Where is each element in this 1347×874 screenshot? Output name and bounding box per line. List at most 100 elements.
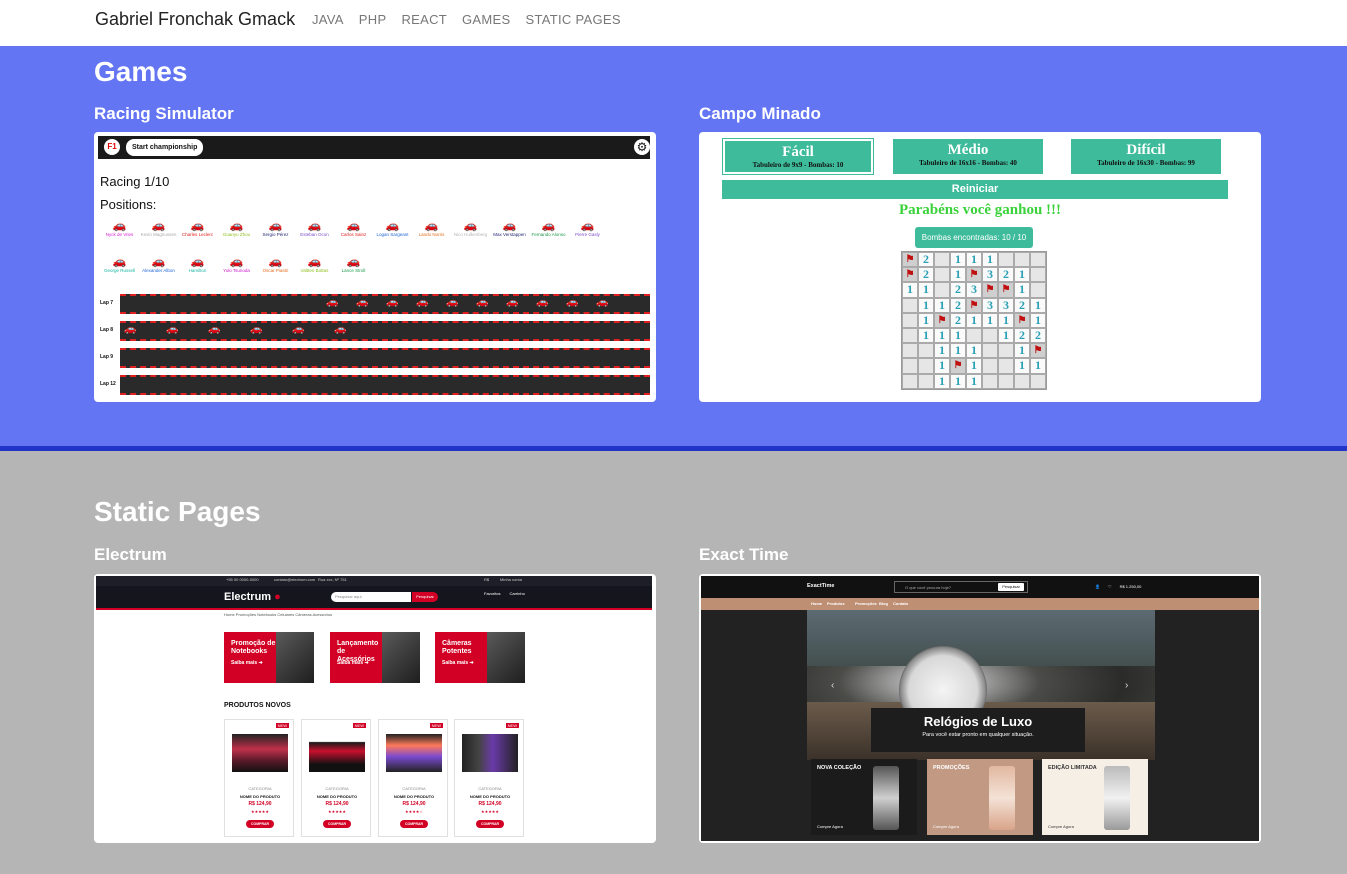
flag-icon[interactable]: ⚑ <box>902 267 918 283</box>
exacttime-title[interactable]: Exact Time <box>699 545 788 565</box>
minesweeper-cell[interactable]: 1 <box>966 343 982 359</box>
minesweeper-cell[interactable]: 1 <box>950 373 966 389</box>
minesweeper-cell[interactable]: 1 <box>934 297 950 313</box>
minesweeper-cell[interactable] <box>982 373 998 389</box>
campo-minado-card[interactable]: Fácil Tabuleiro de 9x9 - Bombas: 10 Médi… <box>699 132 1261 402</box>
minesweeper-cell[interactable] <box>998 373 1014 389</box>
racing-title[interactable]: Racing Simulator <box>94 104 234 124</box>
minesweeper-cell[interactable]: 2 <box>918 267 934 283</box>
minesweeper-cell[interactable]: 3 <box>998 297 1014 313</box>
minesweeper-cell[interactable]: 1 <box>950 252 966 268</box>
minesweeper-cell[interactable]: 1 <box>950 267 966 283</box>
minesweeper-cell[interactable] <box>902 373 918 389</box>
minesweeper-cell[interactable]: 1 <box>1014 282 1030 298</box>
minesweeper-cell[interactable] <box>918 373 934 389</box>
minesweeper-cell[interactable]: 1 <box>1014 267 1030 283</box>
minesweeper-cell[interactable]: 2 <box>998 267 1014 283</box>
minesweeper-cell[interactable]: 1 <box>918 282 934 298</box>
flag-icon[interactable]: ⚑ <box>1030 343 1046 359</box>
minesweeper-cell[interactable]: 1 <box>966 373 982 389</box>
minesweeper-cell[interactable]: 1 <box>934 358 950 374</box>
minesweeper-cell[interactable]: 3 <box>982 267 998 283</box>
minesweeper-cell[interactable]: 1 <box>1030 358 1046 374</box>
flag-icon[interactable]: ⚑ <box>902 252 918 268</box>
minesweeper-cell[interactable] <box>934 267 950 283</box>
minesweeper-cell[interactable]: 1 <box>966 312 982 328</box>
minesweeper-cell[interactable]: 1 <box>918 297 934 313</box>
minesweeper-cell[interactable] <box>1014 373 1030 389</box>
minesweeper-cell[interactable] <box>1014 252 1030 268</box>
nav-link-php[interactable]: PHP <box>359 12 387 27</box>
racing-simulator-card[interactable]: F1 Start championship ⚙ Racing 1/10 Posi… <box>94 132 656 402</box>
minesweeper-cell[interactable] <box>902 358 918 374</box>
minesweeper-cell[interactable] <box>902 297 918 313</box>
minesweeper-cell[interactable] <box>902 327 918 344</box>
minesweeper-title[interactable]: Campo Minado <box>699 104 821 124</box>
electrum-title[interactable]: Electrum <box>94 545 167 565</box>
minesweeper-cell[interactable] <box>934 282 950 298</box>
gear-icon[interactable]: ⚙ <box>634 139 650 155</box>
minesweeper-cell[interactable] <box>966 327 982 344</box>
minesweeper-cell[interactable] <box>1030 282 1046 298</box>
minesweeper-cell[interactable]: 1 <box>934 327 950 344</box>
minesweeper-cell[interactable] <box>998 252 1014 268</box>
minesweeper-cell[interactable]: 3 <box>966 282 982 298</box>
minesweeper-cell[interactable]: 2 <box>950 282 966 298</box>
minesweeper-cell[interactable]: 1 <box>950 343 966 359</box>
minesweeper-cell[interactable]: 2 <box>1014 327 1030 344</box>
minesweeper-cell[interactable]: 2 <box>950 297 966 313</box>
nav-link-static-pages[interactable]: STATIC PAGES <box>525 12 620 27</box>
minesweeper-cell[interactable] <box>918 343 934 359</box>
flag-icon[interactable]: ⚑ <box>950 358 966 374</box>
minesweeper-cell[interactable]: 1 <box>1014 358 1030 374</box>
minesweeper-cell[interactable]: 2 <box>1030 327 1046 344</box>
minesweeper-cell[interactable] <box>934 252 950 268</box>
minesweeper-cell[interactable] <box>982 343 998 359</box>
minesweeper-cell[interactable]: 1 <box>934 373 950 389</box>
minesweeper-cell[interactable] <box>982 358 998 374</box>
minesweeper-cell[interactable]: 1 <box>1030 297 1046 313</box>
nav-link-react[interactable]: REACT <box>401 12 447 27</box>
minesweeper-cell[interactable]: 1 <box>1014 343 1030 359</box>
minesweeper-cell[interactable]: 1 <box>950 327 966 344</box>
start-championship-button[interactable]: Start championship <box>126 139 204 156</box>
minesweeper-cell[interactable]: 1 <box>998 312 1014 328</box>
nav-link-games[interactable]: GAMES <box>462 12 510 27</box>
minesweeper-cell[interactable] <box>902 343 918 359</box>
flag-icon[interactable]: ⚑ <box>982 282 998 298</box>
flag-icon[interactable]: ⚑ <box>998 282 1014 298</box>
minesweeper-cell[interactable] <box>1030 267 1046 283</box>
difficulty-hard-button[interactable]: Difícil Tabuleiro de 16x30 - Bombas: 99 <box>1071 139 1221 174</box>
restart-button[interactable]: Reiniciar <box>722 180 1228 199</box>
minesweeper-cell[interactable]: 1 <box>902 282 918 298</box>
minesweeper-cell[interactable]: 1 <box>966 358 982 374</box>
minesweeper-cell[interactable]: 1 <box>998 327 1014 344</box>
electrum-card[interactable]: +55 00 0000-0000 contato@electrum.com Ru… <box>94 574 656 843</box>
minesweeper-cell[interactable]: 1 <box>982 312 998 328</box>
minesweeper-cell[interactable]: 1 <box>934 343 950 359</box>
flag-icon[interactable]: ⚑ <box>966 297 982 313</box>
minesweeper-cell[interactable]: 1 <box>918 327 934 344</box>
difficulty-easy-button[interactable]: Fácil Tabuleiro de 9x9 - Bombas: 10 <box>722 138 874 175</box>
minesweeper-cell[interactable]: 1 <box>966 252 982 268</box>
minesweeper-cell[interactable] <box>982 327 998 344</box>
minesweeper-cell[interactable]: 2 <box>950 312 966 328</box>
flag-icon[interactable]: ⚑ <box>1014 312 1030 328</box>
nav-link-java[interactable]: JAVA <box>312 12 344 27</box>
minesweeper-cell[interactable]: 1 <box>982 252 998 268</box>
flag-icon[interactable]: ⚑ <box>966 267 982 283</box>
exacttime-card[interactable]: ExactTime O que você procura hoje? Pesqu… <box>699 574 1261 843</box>
minesweeper-cell[interactable] <box>918 358 934 374</box>
minesweeper-cell[interactable] <box>998 343 1014 359</box>
minesweeper-cell[interactable]: 1 <box>918 312 934 328</box>
minesweeper-cell[interactable]: 1 <box>1030 312 1046 328</box>
minesweeper-cell[interactable] <box>902 312 918 328</box>
minesweeper-cell[interactable]: 3 <box>982 297 998 313</box>
minesweeper-cell[interactable]: 2 <box>918 252 934 268</box>
flag-icon[interactable]: ⚑ <box>934 312 950 328</box>
minesweeper-cell[interactable] <box>998 358 1014 374</box>
brand-link[interactable]: Gabriel Fronchak Gmack <box>95 9 295 30</box>
difficulty-medium-button[interactable]: Médio Tabuleiro de 16x16 - Bombas: 40 <box>893 139 1043 174</box>
minesweeper-cell[interactable] <box>1030 373 1046 389</box>
minesweeper-cell[interactable]: 2 <box>1014 297 1030 313</box>
